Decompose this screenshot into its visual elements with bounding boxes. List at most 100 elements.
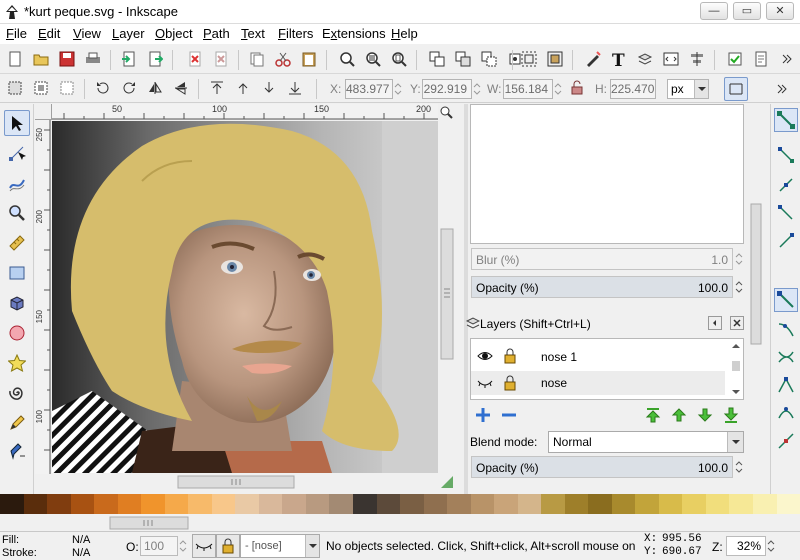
snap-cusp-nodes-icon[interactable] xyxy=(777,376,795,394)
add-layer-icon[interactable] xyxy=(474,406,492,424)
zoom-page-icon[interactable] xyxy=(388,48,410,70)
zoom-drawing-icon[interactable] xyxy=(362,48,384,70)
canvas-vertical-scrollbar[interactable] xyxy=(438,121,456,473)
snap-nodes-icon[interactable] xyxy=(774,288,798,312)
document-properties-icon[interactable] xyxy=(750,48,772,70)
redo-icon[interactable] xyxy=(210,48,232,70)
color-palette[interactable] xyxy=(0,494,800,514)
cut-icon[interactable] xyxy=(272,48,294,70)
rotate-ccw-icon[interactable] xyxy=(92,77,114,99)
palette-swatch[interactable] xyxy=(282,494,306,514)
lock-closed-icon[interactable] xyxy=(503,375,517,391)
palette-swatch[interactable] xyxy=(70,494,95,514)
palette-swatch[interactable] xyxy=(141,494,165,514)
lower-icon[interactable] xyxy=(258,77,280,99)
layer-opacity-field[interactable]: Opacity (%) 100.0 xyxy=(471,456,733,478)
palette-swatch[interactable] xyxy=(658,494,683,514)
palette-swatch[interactable] xyxy=(376,494,401,514)
menu-help[interactable]: Help xyxy=(391,26,418,41)
paste-icon[interactable] xyxy=(298,48,320,70)
palette-swatch[interactable] xyxy=(682,494,706,514)
lock-proportions-icon[interactable] xyxy=(566,77,588,99)
x-input[interactable]: 483.977 xyxy=(345,79,393,99)
import-icon[interactable] xyxy=(118,48,140,70)
zoom-spin-buttons[interactable] xyxy=(766,536,776,556)
zoom-corner-icon[interactable] xyxy=(438,104,456,120)
pencil-tool-icon[interactable] xyxy=(4,410,30,436)
snap-bbox-edges-icon[interactable] xyxy=(777,176,795,194)
selector-tool-icon[interactable] xyxy=(4,110,30,136)
zoom-tool-icon[interactable] xyxy=(4,200,30,226)
select-all-layers-icon[interactable] xyxy=(30,77,52,99)
layer-lock-toggle[interactable] xyxy=(216,534,240,558)
palette-swatch[interactable] xyxy=(235,494,259,514)
maximize-button[interactable]: ▭ xyxy=(733,2,761,20)
star-tool-icon[interactable] xyxy=(4,350,30,376)
fill-stroke-icon[interactable] xyxy=(582,48,604,70)
select-all-icon[interactable] xyxy=(4,77,26,99)
align-distribute-icon[interactable] xyxy=(686,48,708,70)
layers-list-scrollbar[interactable] xyxy=(729,341,743,397)
canvas-horizontal-scrollbar[interactable] xyxy=(52,473,438,491)
remove-layer-icon[interactable] xyxy=(500,406,518,424)
blend-mode-select[interactable]: Normal xyxy=(548,431,744,453)
y-input[interactable]: 292.919 xyxy=(422,79,472,99)
node-tool-icon[interactable] xyxy=(4,140,30,166)
snap-bbox-midpoints-icon[interactable] xyxy=(777,232,795,250)
open-folder-icon[interactable] xyxy=(30,48,52,70)
blur-field[interactable]: Blur (%) 1.0 xyxy=(471,248,733,270)
layer-row[interactable]: nose 1 xyxy=(471,345,725,369)
blur-spin-buttons[interactable] xyxy=(734,249,744,269)
current-layer-dropdown-arrow[interactable] xyxy=(305,535,319,557)
menu-edit[interactable]: Edit xyxy=(38,26,60,41)
menu-file[interactable]: File xyxy=(6,26,27,41)
copy-icon[interactable] xyxy=(246,48,268,70)
layer-row-selected[interactable]: nose xyxy=(471,371,725,395)
opacity-status-spin[interactable] xyxy=(178,536,188,556)
clone-icon[interactable] xyxy=(452,48,474,70)
measure-tool-icon[interactable] xyxy=(4,230,30,256)
ungroup-icon[interactable] xyxy=(544,48,566,70)
palette-swatch[interactable] xyxy=(470,494,495,514)
snap-bbox-icon[interactable] xyxy=(777,146,795,164)
opacity-spin-buttons[interactable] xyxy=(734,277,744,297)
lower-layer-to-bottom-icon[interactable] xyxy=(722,406,740,424)
snap-smooth-nodes-icon[interactable] xyxy=(777,404,795,422)
palette-swatch[interactable] xyxy=(635,494,659,514)
tweak-tool-icon[interactable] xyxy=(4,170,30,196)
fill-stroke-scrollbar[interactable] xyxy=(748,104,764,349)
palette-swatch[interactable] xyxy=(447,494,471,514)
rectangle-tool-icon[interactable] xyxy=(4,260,30,286)
eye-open-icon[interactable] xyxy=(477,349,493,363)
palette-scrollbar[interactable] xyxy=(0,514,800,532)
3d-box-tool-icon[interactable] xyxy=(4,290,30,316)
preferences-icon[interactable] xyxy=(724,48,746,70)
eye-closed-icon[interactable] xyxy=(477,376,493,390)
close-button[interactable]: ✕ xyxy=(766,2,794,20)
layers-icon[interactable] xyxy=(634,48,656,70)
new-document-icon[interactable] xyxy=(4,48,26,70)
flip-horizontal-icon[interactable] xyxy=(144,77,166,99)
raise-icon[interactable] xyxy=(232,77,254,99)
snap-paths-icon[interactable] xyxy=(777,320,795,338)
palette-swatch[interactable] xyxy=(329,494,353,514)
palette-swatch[interactable] xyxy=(776,494,800,514)
snap-intersections-icon[interactable] xyxy=(777,348,795,366)
xml-editor-icon[interactable] xyxy=(660,48,682,70)
zoom-selection-icon[interactable] xyxy=(336,48,358,70)
w-spin-buttons[interactable] xyxy=(553,79,563,99)
palette-swatch[interactable] xyxy=(705,494,730,514)
drawing-canvas[interactable] xyxy=(52,121,438,473)
palette-swatch[interactable] xyxy=(753,494,777,514)
menu-extensions[interactable]: Extensions xyxy=(322,26,386,41)
more-tools-chevron-icon[interactable] xyxy=(776,48,798,70)
w-input[interactable]: 156.184 xyxy=(503,79,553,99)
palette-swatch[interactable] xyxy=(729,494,753,514)
palette-swatch[interactable] xyxy=(611,494,636,514)
palette-swatch[interactable] xyxy=(188,494,212,514)
stroke-value[interactable]: N/A xyxy=(72,547,90,559)
menu-object[interactable]: Object xyxy=(155,26,193,41)
flip-vertical-icon[interactable] xyxy=(170,77,192,99)
layer-opacity-spin-buttons[interactable] xyxy=(734,457,744,477)
snap-midpoints-icon[interactable] xyxy=(777,432,795,450)
